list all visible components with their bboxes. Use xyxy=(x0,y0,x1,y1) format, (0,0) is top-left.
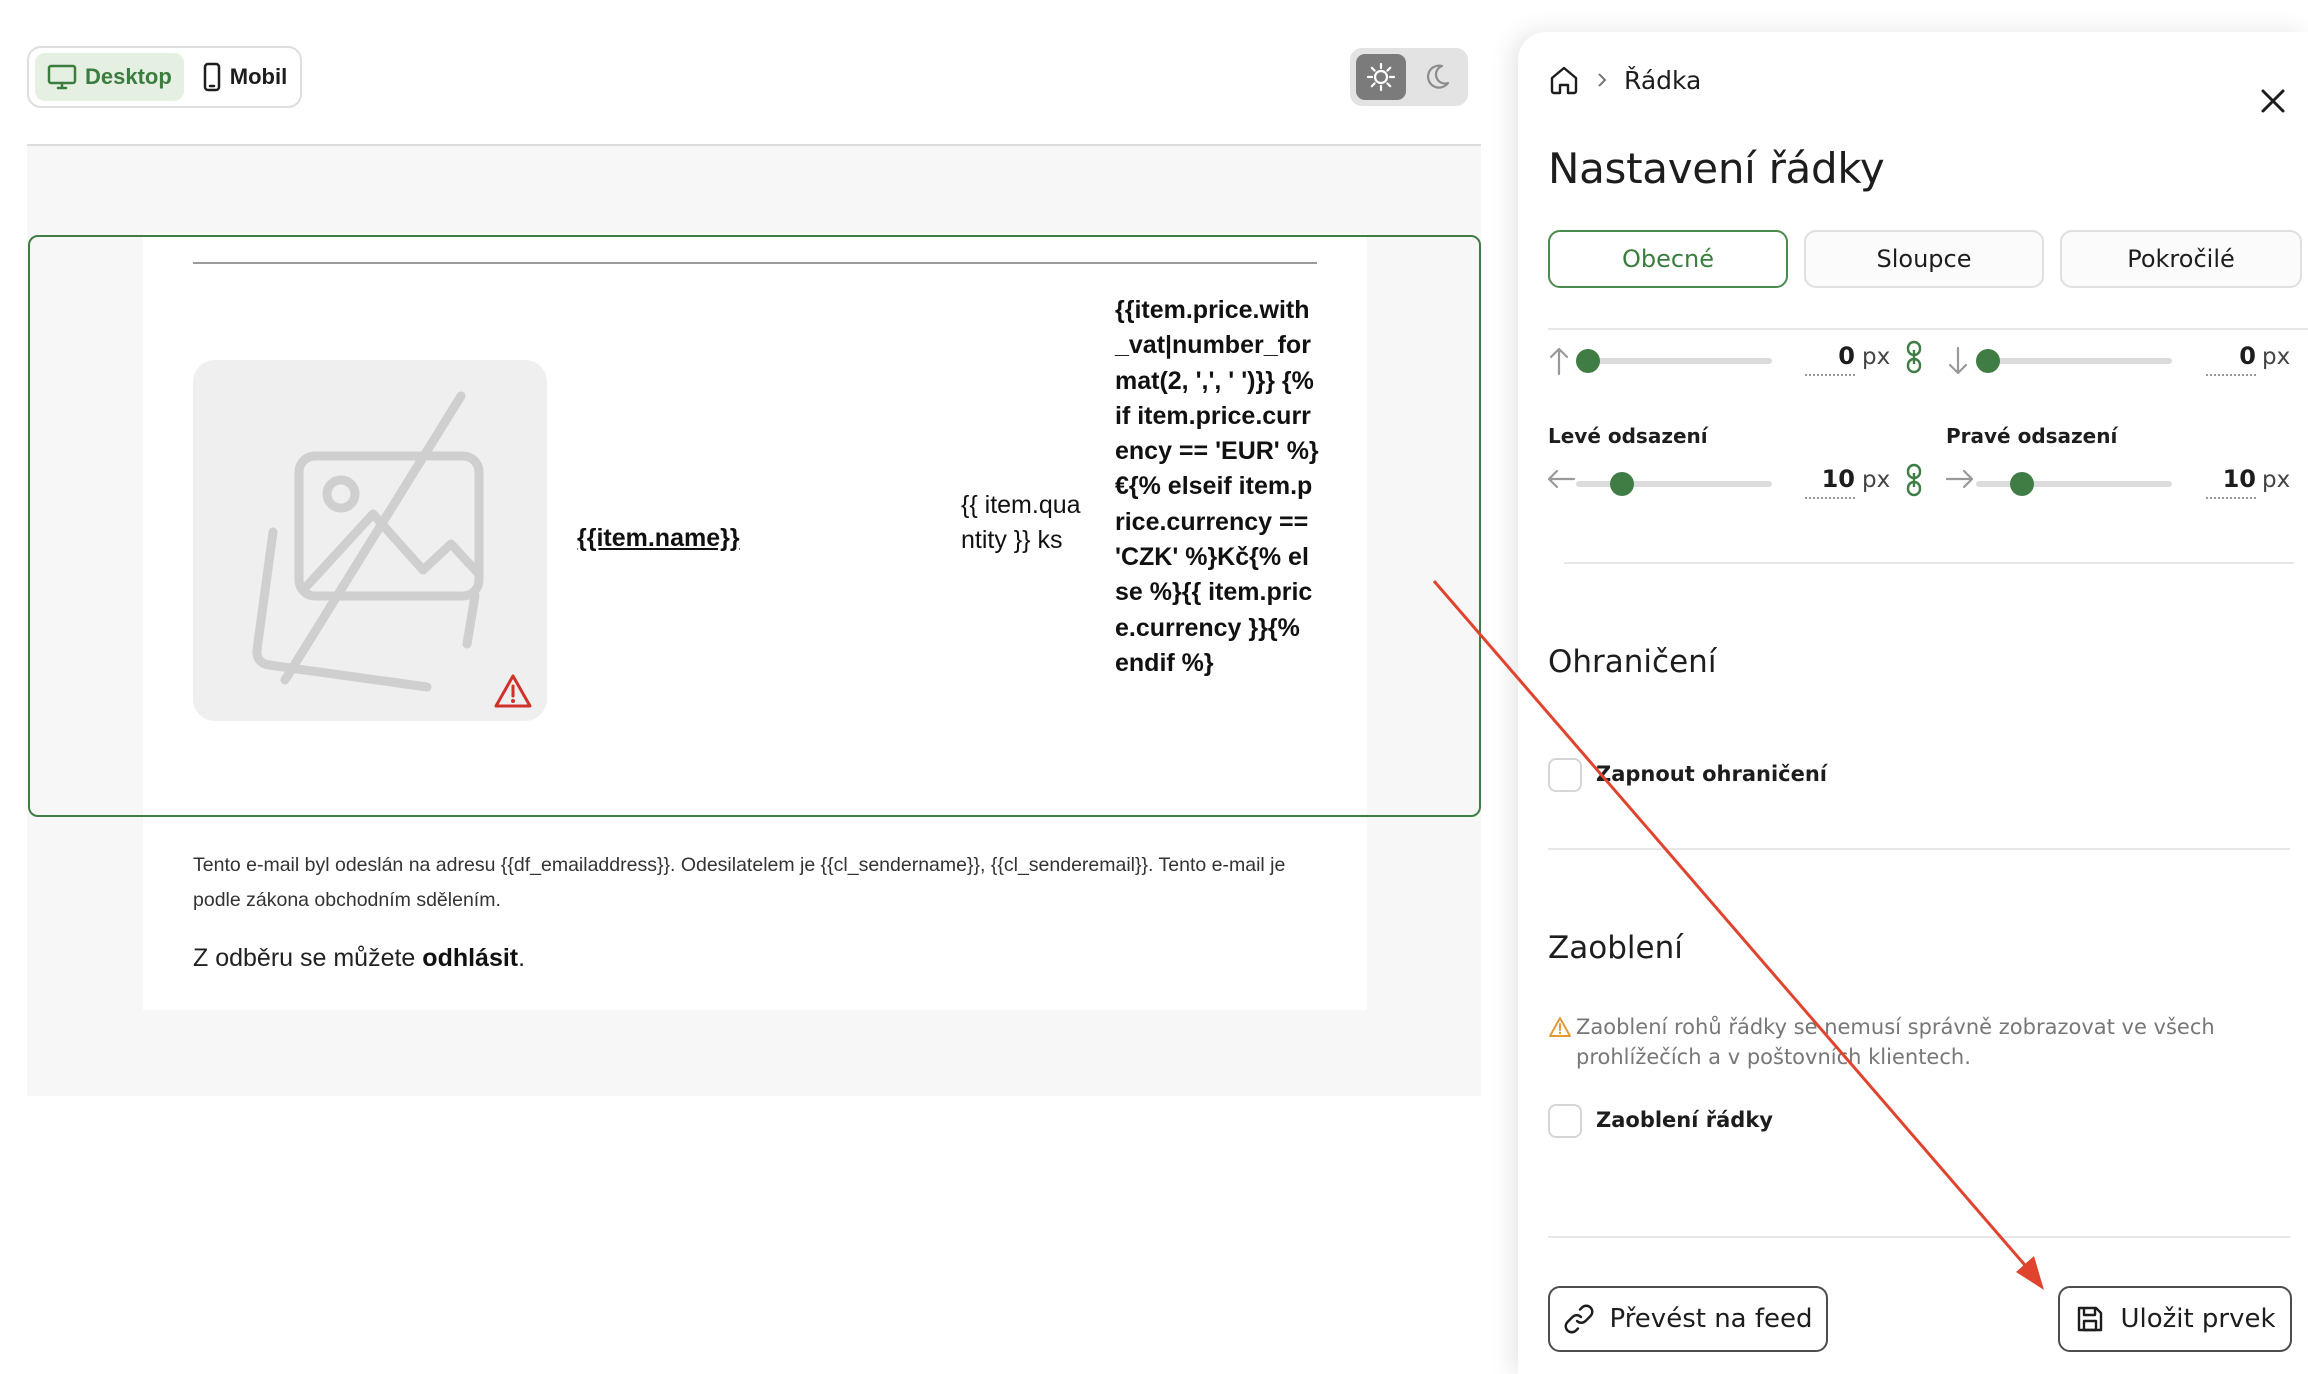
padding-left-label: Levé odsazení xyxy=(1548,424,1708,448)
image-placeholder[interactable] xyxy=(193,360,547,721)
padding-top-value[interactable]: 0 xyxy=(1805,342,1855,376)
light-mode-button[interactable] xyxy=(1356,54,1406,100)
rounding-checkbox[interactable] xyxy=(1548,1104,1582,1138)
convert-to-feed-label: Převést na feed xyxy=(1609,1304,1813,1334)
warning-icon xyxy=(1549,1017,1571,1037)
desktop-icon xyxy=(47,64,77,90)
item-quantity: {{ item.quantity }} ks xyxy=(961,491,1081,554)
padding-left-unit: px xyxy=(1862,467,1891,493)
save-element-label: Uložit prvek xyxy=(2120,1304,2276,1334)
save-element-button[interactable]: Uložit prvek xyxy=(2058,1286,2292,1352)
panel-title: Nastavení řádky xyxy=(1548,144,1885,193)
unsubscribe-prefix: Z odběru se můžete xyxy=(193,944,423,972)
mobile-button[interactable]: Mobil xyxy=(190,53,299,101)
padding-top-unit: px xyxy=(1862,344,1891,370)
breadcrumb: Řádka xyxy=(1548,64,1701,96)
padding-right-value[interactable]: 10 xyxy=(2206,465,2256,499)
padding-left-slider[interactable] xyxy=(1576,481,1772,487)
desktop-label: Desktop xyxy=(85,64,172,89)
tab-advanced[interactable]: Pokročilé xyxy=(2060,230,2302,288)
tab-columns[interactable]: Sloupce xyxy=(1804,230,2044,288)
border-checkbox-label[interactable]: Zapnout ohraničení xyxy=(1596,762,1827,786)
chevron-right-icon xyxy=(1598,73,1607,87)
convert-to-feed-button[interactable]: Převést na feed xyxy=(1548,1286,1828,1352)
link-icon xyxy=(1565,1304,1594,1334)
unsubscribe-suffix: . xyxy=(518,944,526,972)
moon-icon xyxy=(1427,64,1450,89)
row-divider-line xyxy=(193,262,1317,264)
padding-bottom-slider[interactable] xyxy=(1976,358,2172,364)
link-values-icon[interactable] xyxy=(1906,463,1922,497)
padding-bottom-slider-handle[interactable] xyxy=(1976,349,2000,373)
border-section-title: Ohraničení xyxy=(1548,644,1717,680)
border-checkbox[interactable] xyxy=(1548,758,1582,792)
unsubscribe-link[interactable]: odhlásit xyxy=(422,944,518,972)
mobile-icon xyxy=(203,62,221,92)
unsubscribe-text: Z odběru se můžete odhlásit. xyxy=(193,944,525,973)
item-name: {{item.name}} xyxy=(577,524,740,552)
padding-top-slider-handle[interactable] xyxy=(1576,349,1600,373)
theme-toggle xyxy=(1350,48,1468,106)
sun-icon xyxy=(1366,62,1396,92)
home-icon[interactable] xyxy=(1548,64,1580,96)
row-settings-panel: Řádka Nastavení řádky Obecné Sloupce Pok… xyxy=(1518,32,2308,1374)
device-toggle: Desktop Mobil xyxy=(27,46,302,108)
rounding-section-title: Zaoblení xyxy=(1548,930,1683,966)
mobile-label: Mobil xyxy=(229,64,288,89)
rounding-checkbox-label[interactable]: Zaoblení řádky xyxy=(1596,1108,1773,1132)
tabs-divider xyxy=(1548,328,2308,330)
warning-icon xyxy=(494,674,532,708)
rounding-warning: Zaoblení rohů řádky se nemusí správně zo… xyxy=(1576,1015,2215,1069)
section-divider xyxy=(1564,562,2294,564)
desktop-button[interactable]: Desktop xyxy=(35,53,184,101)
padding-left-slider-handle[interactable] xyxy=(1610,472,1635,496)
arrow-right-icon xyxy=(1945,469,1974,489)
footer-text: Tento e-mail byl odeslán na adresu {{df_… xyxy=(193,854,1286,911)
padding-top-slider[interactable] xyxy=(1576,358,1772,364)
link-values-icon[interactable] xyxy=(1906,340,1922,374)
section-divider xyxy=(1548,848,2290,850)
padding-bottom-unit: px xyxy=(2262,344,2291,370)
padding-right-unit: px xyxy=(2262,467,2291,493)
footer-divider xyxy=(1548,1236,2290,1238)
padding-right-label: Pravé odsazení xyxy=(1946,424,2118,448)
save-icon xyxy=(2078,1306,2103,1332)
padding-left-value[interactable]: 10 xyxy=(1805,465,1855,499)
broken-image-icon xyxy=(252,391,484,692)
arrow-left-icon xyxy=(1547,469,1576,489)
dark-mode-button[interactable] xyxy=(1412,54,1462,100)
breadcrumb-current: Řádka xyxy=(1624,65,1702,95)
item-price: {{item.price.with_vat|number_format(2, '… xyxy=(1115,296,1319,677)
padding-right-slider[interactable] xyxy=(1976,481,2172,487)
arrow-down-icon xyxy=(1948,346,1968,375)
padding-bottom-value[interactable]: 0 xyxy=(2206,342,2256,376)
arrow-up-icon xyxy=(1549,347,1569,376)
padding-right-slider-handle[interactable] xyxy=(2010,472,2035,496)
tab-general[interactable]: Obecné xyxy=(1548,230,1788,288)
close-icon[interactable] xyxy=(2254,82,2292,120)
